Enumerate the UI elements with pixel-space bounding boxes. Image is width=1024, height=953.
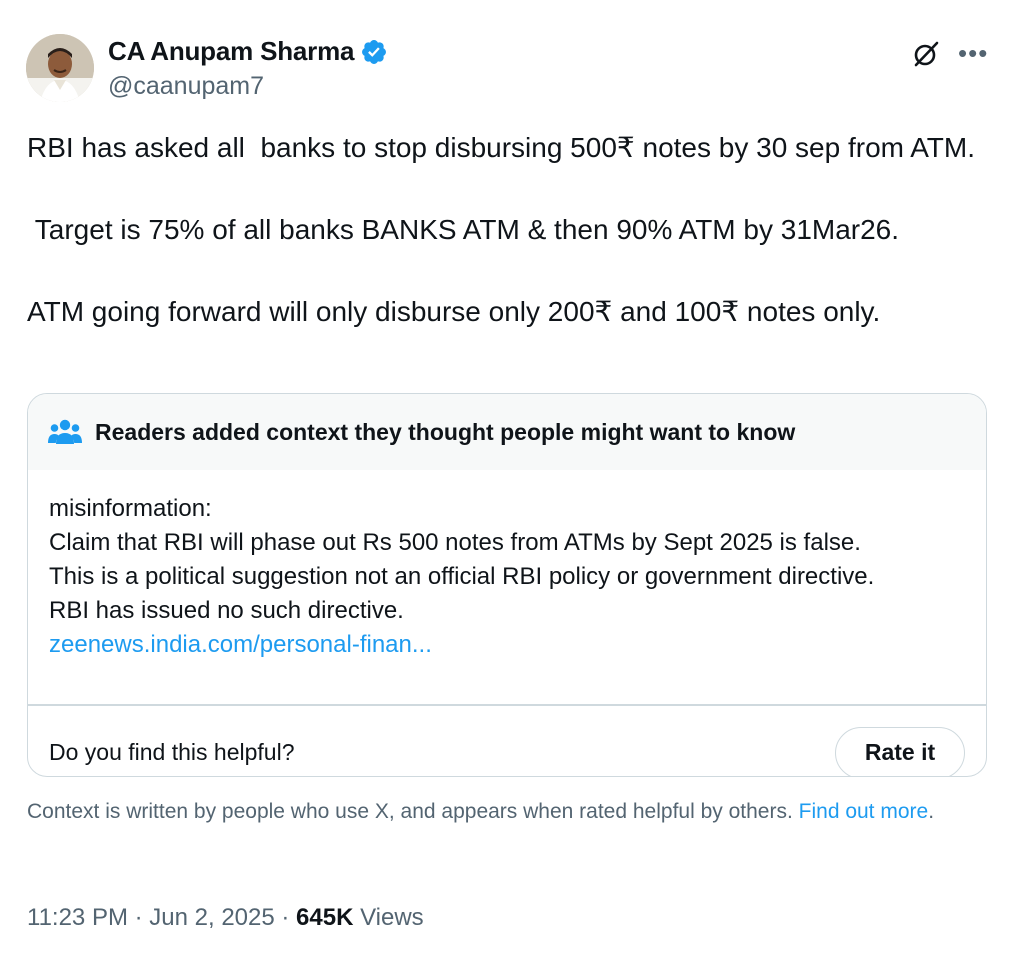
tweet-paragraph-2: Target is 75% of all banks BANKS ATM & t…	[27, 214, 900, 245]
note-line-1: misinformation:	[49, 495, 212, 522]
author-name[interactable]: CA Anupam Sharma	[108, 36, 388, 67]
views-label: Views	[353, 904, 424, 931]
grok-icon[interactable]	[910, 38, 942, 70]
author-name-text[interactable]: CA Anupam Sharma	[108, 36, 354, 67]
avatar-image	[26, 34, 94, 102]
views-count: 645K	[296, 904, 354, 931]
meta-separator: ·	[127, 904, 150, 931]
verified-badge-icon[interactable]	[360, 38, 388, 66]
rate-it-button[interactable]: Rate it	[835, 726, 965, 776]
helpful-question: Do you find this helpful?	[49, 739, 295, 765]
community-note-card: Readers added context they thought peopl…	[27, 393, 987, 777]
note-source-link[interactable]: zeenews.india.com/personal-finan...	[49, 628, 965, 662]
note-line-4: RBI has issued no such directive.	[49, 597, 404, 624]
community-note-header: Readers added context they thought peopl…	[28, 394, 986, 470]
avatar[interactable]	[26, 34, 94, 102]
tweet-paragraph-3: ATM going forward will only disburse onl…	[27, 296, 881, 327]
tweet-date[interactable]: Jun 2, 2025	[149, 904, 274, 931]
more-icon[interactable]: •••	[958, 40, 988, 66]
note-line-2: Claim that RBI will phase out Rs 500 not…	[49, 529, 861, 556]
author-handle[interactable]: @caanupam7	[108, 72, 264, 101]
context-footer-suffix: .	[928, 800, 935, 823]
context-footer-text: Context is written by people who use X, …	[27, 800, 799, 823]
community-note-footer: Do you find this helpful? Rate it	[28, 706, 986, 776]
people-icon	[48, 419, 82, 444]
find-out-more-link[interactable]: Find out more	[799, 800, 929, 823]
tweet-time[interactable]: 11:23 PM	[27, 904, 128, 931]
tweet-paragraph-1: RBI has asked all banks to stop disbursi…	[27, 132, 976, 163]
community-note-body: misinformation: Claim that RBI will phas…	[28, 470, 986, 680]
context-footer: Context is written by people who use X, …	[27, 797, 987, 826]
note-line-3: This is a political suggestion not an of…	[49, 563, 875, 590]
community-note-title: Readers added context they thought peopl…	[95, 418, 796, 445]
meta-separator-2: ·	[274, 904, 297, 931]
tweet-text: RBI has asked all banks to stop disbursi…	[27, 128, 987, 332]
tweet-meta: 11:23 PM · Jun 2, 2025 · 645K Views	[27, 904, 424, 932]
